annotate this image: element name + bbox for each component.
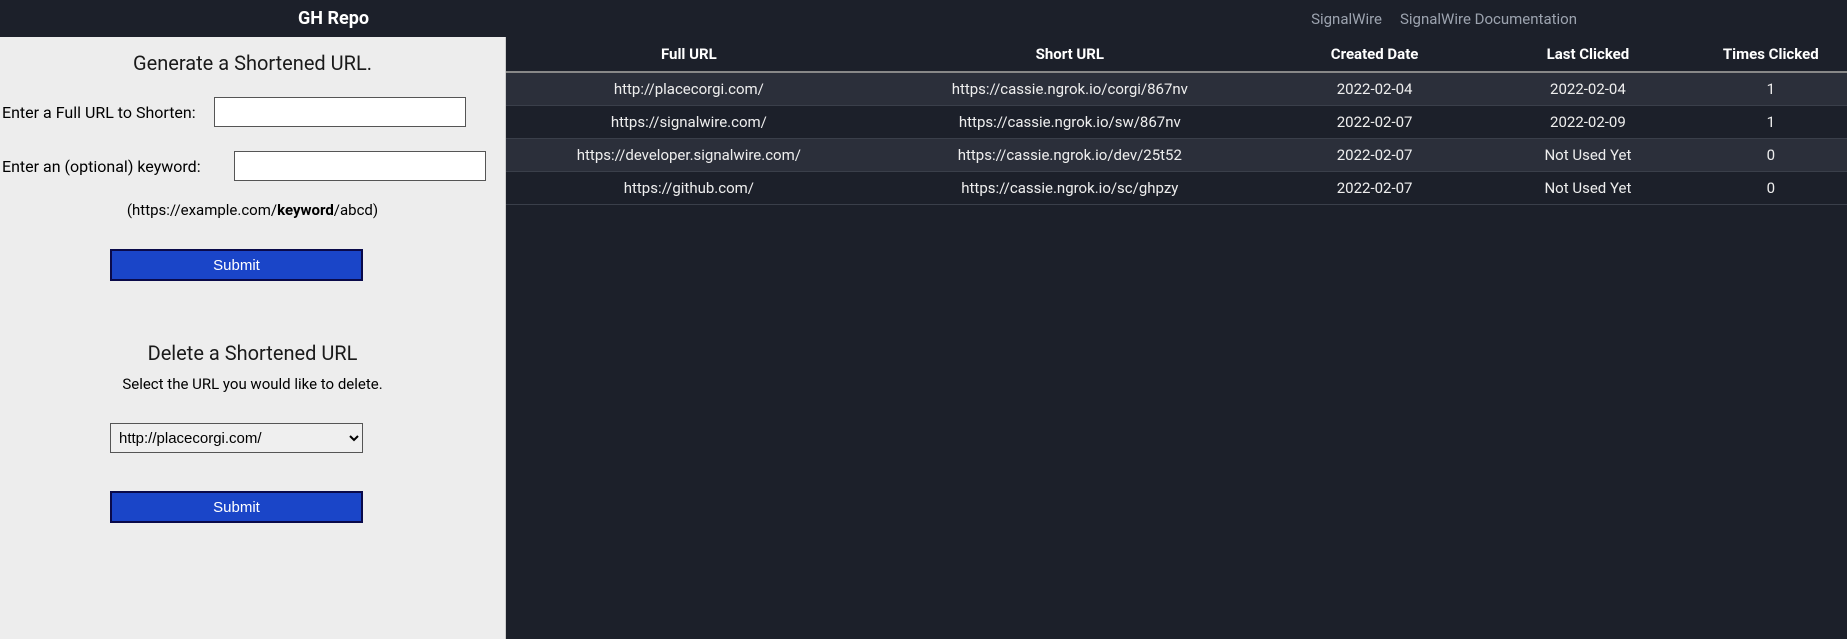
cell-short: https://cassie.ngrok.io/dev/25t52 (872, 139, 1268, 172)
nav-link-signalwire[interactable]: SignalWire (1311, 10, 1382, 28)
main: Full URL Short URL Created Date Last Cli… (506, 37, 1847, 639)
keyword-label: Enter an (optional) keyword: (2, 157, 201, 176)
delete-title: Delete a Shortened URL (0, 341, 505, 365)
cell-full: https://github.com/ (506, 172, 872, 205)
table-row: https://developer.signalwire.com/https:/… (506, 139, 1847, 172)
cell-created: 2022-02-07 (1268, 172, 1481, 205)
cell-times: 0 (1695, 172, 1847, 205)
table-row: https://signalwire.com/https://cassie.ng… (506, 106, 1847, 139)
cell-full: http://placecorgi.com/ (506, 72, 872, 106)
th-last-clicked: Last Clicked (1481, 37, 1694, 72)
generate-submit-button[interactable]: Submit (110, 249, 363, 281)
full-url-label: Enter a Full URL to Shorten: (2, 103, 196, 122)
cell-last: Not Used Yet (1481, 172, 1694, 205)
nav-right: SignalWire SignalWire Documentation (1311, 10, 1827, 28)
full-url-row: Enter a Full URL to Shorten: (0, 97, 505, 127)
nav-link-docs[interactable]: SignalWire Documentation (1400, 10, 1577, 28)
th-short-url: Short URL (872, 37, 1268, 72)
table-body: http://placecorgi.com/https://cassie.ngr… (506, 72, 1847, 205)
delete-subtitle: Select the URL you would like to delete. (0, 375, 505, 393)
cell-times: 0 (1695, 139, 1847, 172)
sidebar: Generate a Shortened URL. Enter a Full U… (0, 37, 506, 639)
cell-short: https://cassie.ngrok.io/corgi/867nv (872, 72, 1268, 106)
delete-url-select[interactable]: http://placecorgi.com/https://signalwire… (110, 423, 363, 453)
content: Generate a Shortened URL. Enter a Full U… (0, 37, 1847, 639)
generate-section: Generate a Shortened URL. Enter a Full U… (0, 51, 505, 281)
generate-title: Generate a Shortened URL. (0, 51, 505, 75)
url-table: Full URL Short URL Created Date Last Cli… (506, 37, 1847, 205)
delete-section: Delete a Shortened URL Select the URL yo… (0, 341, 505, 523)
cell-full: https://signalwire.com/ (506, 106, 872, 139)
cell-last: Not Used Yet (1481, 139, 1694, 172)
th-full-url: Full URL (506, 37, 872, 72)
keyword-input[interactable] (234, 151, 486, 181)
cell-created: 2022-02-04 (1268, 72, 1481, 106)
cell-created: 2022-02-07 (1268, 106, 1481, 139)
delete-submit-button[interactable]: Submit (110, 491, 363, 523)
cell-created: 2022-02-07 (1268, 139, 1481, 172)
cell-times: 1 (1695, 72, 1847, 106)
full-url-input[interactable] (214, 97, 466, 127)
table-header-row: Full URL Short URL Created Date Last Cli… (506, 37, 1847, 72)
nav-brand[interactable]: GH Repo (298, 8, 369, 29)
cell-full: https://developer.signalwire.com/ (506, 139, 872, 172)
navbar: GH Repo SignalWire SignalWire Documentat… (0, 0, 1847, 37)
keyword-row: Enter an (optional) keyword: (0, 151, 505, 181)
cell-short: https://cassie.ngrok.io/sw/867nv (872, 106, 1268, 139)
th-created-date: Created Date (1268, 37, 1481, 72)
cell-last: 2022-02-04 (1481, 72, 1694, 106)
table-row: https://github.com/https://cassie.ngrok.… (506, 172, 1847, 205)
cell-last: 2022-02-09 (1481, 106, 1694, 139)
cell-times: 1 (1695, 106, 1847, 139)
table-row: http://placecorgi.com/https://cassie.ngr… (506, 72, 1847, 106)
th-times-clicked: Times Clicked (1695, 37, 1847, 72)
keyword-hint: (https://example.com/keyword/abcd) (0, 201, 505, 219)
cell-short: https://cassie.ngrok.io/sc/ghpzy (872, 172, 1268, 205)
